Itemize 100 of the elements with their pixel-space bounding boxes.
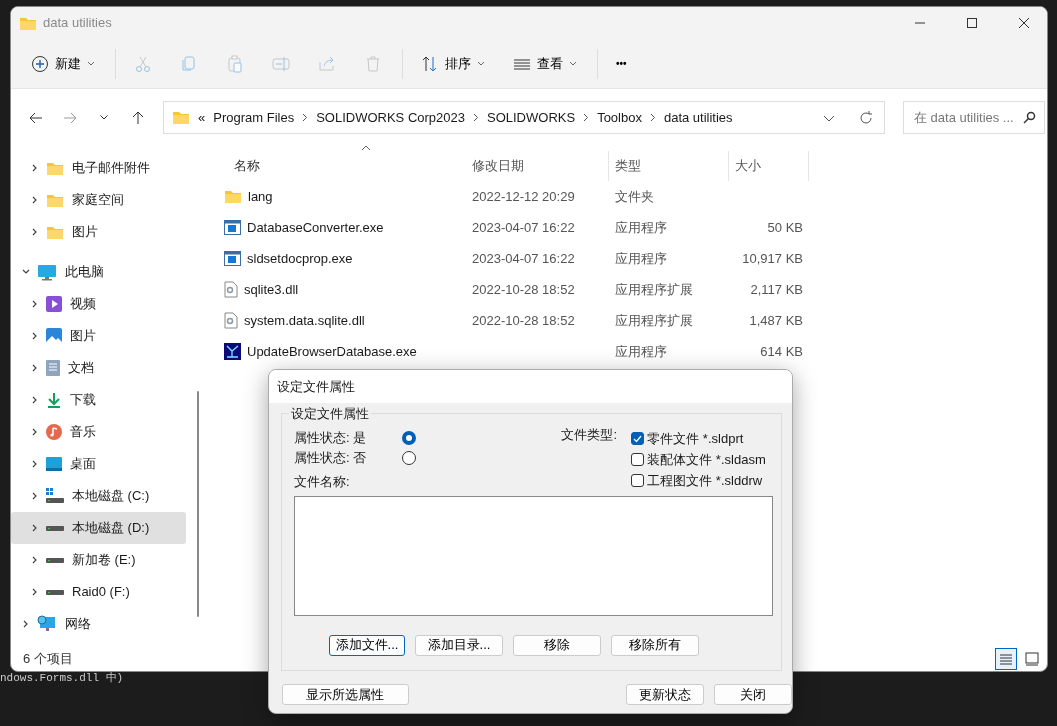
details-view-button[interactable]	[995, 648, 1017, 670]
console-text: ndows.Forms.dll 中)	[0, 671, 124, 686]
breadcrumb-item[interactable]: SOLIDWORKS Corp2023	[316, 107, 465, 128]
dialog-button[interactable]: 移除所有	[611, 634, 699, 656]
address-bar[interactable]: « Program Files SOLIDWORKS Corp2023 SOLIDWORKS Toolbox data utilities	[163, 101, 885, 134]
maximize-icon	[964, 15, 980, 31]
table-cell: 应用程序扩展	[615, 281, 693, 297]
table-cell: 2023-04-07 16:22	[472, 219, 575, 235]
search-field[interactable]: 在 data utilities ...	[912, 106, 1022, 129]
file-name[interactable]: sldsetdocprop.exe	[247, 248, 353, 269]
search-box[interactable]: 在 data utilities ...	[903, 101, 1045, 134]
monitor-icon	[37, 263, 57, 281]
checkbox[interactable]	[631, 432, 644, 445]
column-header[interactable]: 修改日期	[466, 151, 609, 181]
file-list[interactable]	[294, 495, 773, 616]
chevron-icon	[100, 115, 108, 120]
sidebar-item[interactable]: 本地磁盘 (C:)	[11, 480, 186, 512]
sort-button[interactable]: 排序	[413, 45, 493, 82]
breadcrumb-item[interactable]: SOLIDWORKS	[487, 107, 576, 128]
sidebar-item[interactable]: 本地磁盘 (D:)	[11, 512, 186, 544]
file-name[interactable]: sqlite3.dll	[244, 279, 299, 300]
sidebar-item[interactable]: 下载	[11, 384, 186, 416]
table-cell: 50 KB	[767, 219, 803, 235]
item-count: 6 个项目	[23, 650, 73, 669]
column-header[interactable]: 类型	[609, 151, 729, 181]
table-cell: 应用程序	[615, 343, 667, 359]
table-cell: 2022-12-12 20:29	[472, 188, 575, 204]
column-header[interactable]: 大小	[729, 151, 809, 181]
document-icon	[46, 360, 60, 376]
new-button[interactable]: 新建	[23, 45, 103, 82]
application-icon	[224, 343, 241, 360]
sidebar-item[interactable]: 文档	[11, 352, 186, 384]
sidebar-item[interactable]: 此电脑	[11, 256, 186, 288]
radio-button[interactable]	[402, 451, 416, 465]
separator-chevron-icon	[649, 113, 656, 122]
sidebar-item[interactable]: 视频	[11, 288, 186, 320]
sidebar-item[interactable]: 新加卷 (E:)	[11, 544, 186, 576]
sidebar-item[interactable]: 网络	[11, 608, 186, 640]
dialog-button[interactable]: 移除	[513, 634, 601, 656]
column-header[interactable]: 名称	[216, 151, 466, 181]
sort-icon	[421, 54, 439, 73]
sidebar-item[interactable]: Raid0 (F:)	[11, 576, 186, 608]
table-cell: 10,917 KB	[742, 250, 803, 266]
folder-icon	[224, 189, 242, 204]
search-icon	[1022, 110, 1036, 125]
folder-icon	[172, 110, 190, 125]
dialog-button[interactable]: 添加文件...	[329, 634, 405, 656]
sidebar-item[interactable]: 桌面	[11, 448, 186, 480]
table-cell: 应用程序	[615, 250, 667, 266]
sidebar-item[interactable]: 音乐	[11, 416, 186, 448]
table-cell: 2022-10-28 18:52	[472, 281, 575, 297]
file-name[interactable]: DatabaseConverter.exe	[247, 217, 384, 238]
file-name[interactable]: lang	[248, 186, 273, 207]
drive-icon	[46, 588, 64, 596]
radio-label: 属性状态: 是	[294, 429, 368, 448]
more-button[interactable]: •••	[608, 45, 635, 82]
download-icon	[46, 392, 62, 408]
overflow-crumb[interactable]: «	[198, 107, 206, 128]
folder-icon	[46, 192, 64, 208]
sidebar-item[interactable]: 电子邮件附件	[11, 152, 186, 184]
plus-icon	[31, 54, 49, 73]
sidebar-item[interactable]: 家庭空间	[11, 184, 186, 216]
folder-icon	[46, 224, 64, 240]
up-arrow-icon	[130, 109, 146, 126]
dialog-button[interactable]: 显示所选属性	[282, 684, 409, 705]
table-cell: 应用程序扩展	[615, 312, 693, 328]
caret-icon	[477, 60, 485, 67]
copy-icon	[180, 54, 198, 73]
table-cell: 2023-04-07 16:22	[472, 250, 575, 266]
breadcrumb-item[interactable]: data utilities	[663, 107, 733, 128]
dialog-button[interactable]: 更新状态	[625, 684, 704, 705]
dialog-button[interactable]: 添加目录...	[415, 634, 503, 656]
table-cell: 614 KB	[760, 343, 803, 359]
checkbox[interactable]	[631, 474, 644, 487]
radio-button[interactable]	[402, 431, 416, 445]
radio-label: 属性状态: 否	[294, 449, 368, 468]
dialog-button[interactable]: 关闭	[713, 684, 792, 705]
delete-icon	[364, 54, 382, 73]
folder-icon	[19, 15, 37, 31]
share-icon	[318, 54, 336, 73]
separator-chevron-icon	[583, 113, 590, 122]
separator-chevron-icon	[302, 113, 309, 122]
drive-icon	[46, 524, 64, 532]
refresh-icon[interactable]	[858, 109, 874, 126]
breadcrumb-item[interactable]: Toolbox	[597, 107, 642, 128]
breadcrumb-item[interactable]: Program Files	[213, 107, 295, 128]
file-name[interactable]: UpdateBrowserDatabase.exe	[247, 341, 417, 362]
sidebar-item[interactable]: 图片	[11, 216, 186, 248]
separator-chevron-icon	[473, 113, 479, 122]
drive-icon	[46, 556, 64, 564]
table-cell: 文件夹	[615, 188, 654, 204]
checkbox-label: 装配体文件 *.sldasm	[647, 450, 766, 469]
file-name[interactable]: system.data.sqlite.dll	[244, 310, 365, 331]
drive-icon	[46, 488, 64, 504]
caret-icon	[569, 60, 577, 67]
view-button[interactable]: 查看	[505, 45, 585, 82]
paste-icon	[226, 54, 244, 73]
sidebar-item[interactable]: 图片	[11, 320, 186, 352]
minimize-icon	[915, 22, 925, 24]
checkbox[interactable]	[631, 453, 644, 466]
